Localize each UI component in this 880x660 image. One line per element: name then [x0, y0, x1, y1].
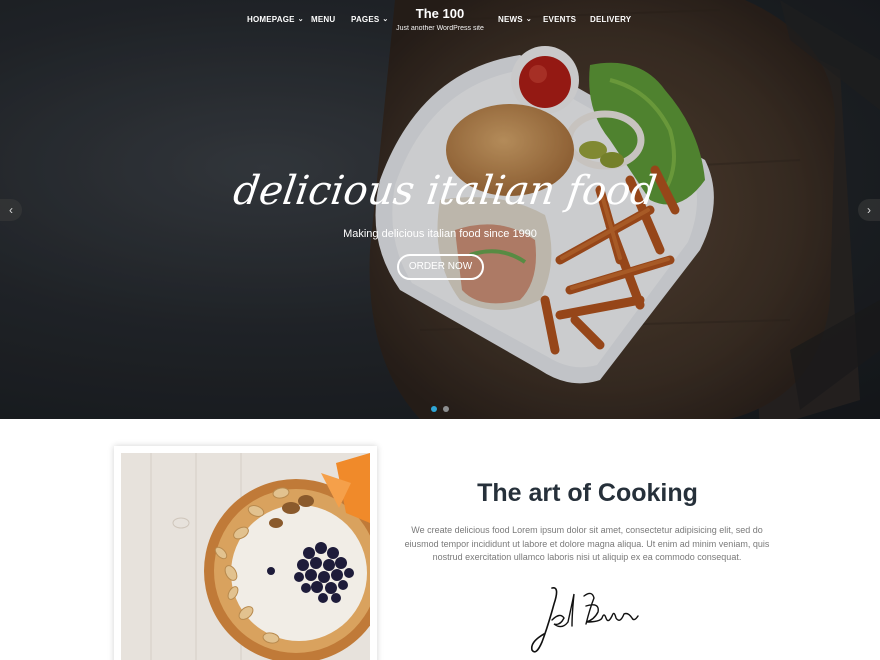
- hero-slider: HOMEPAGE ⌄ MENU PAGES ⌄ The 100 Just anoth…: [0, 0, 880, 419]
- site-tagline: Just another WordPress site: [396, 25, 484, 32]
- chevron-down-icon: ⌄: [297, 16, 304, 23]
- slider-prev-button[interactable]: ‹: [0, 199, 22, 221]
- about-title: The art of Cooking: [477, 479, 698, 507]
- site-title[interactable]: The 100: [380, 6, 500, 21]
- slider-dot-active[interactable]: [431, 406, 437, 412]
- nav-item-label: EVENTS: [543, 15, 577, 24]
- about-photo: [114, 446, 377, 660]
- nav-item-news[interactable]: NEWS ⌄: [498, 15, 532, 24]
- nav-item-events[interactable]: EVENTS: [543, 15, 576, 24]
- slider-dot[interactable]: [443, 406, 449, 412]
- signature-image: [530, 587, 639, 653]
- nav-item-label: NEWS: [498, 15, 523, 24]
- nav-item-label: PAGES: [351, 15, 380, 24]
- nav-item-label: DELIVERY: [590, 15, 632, 24]
- nav-item-menu[interactable]: MENU: [311, 15, 335, 24]
- nav-item-delivery[interactable]: DELIVERY: [590, 15, 631, 24]
- nav-item-homepage[interactable]: HOMEPAGE ⌄: [247, 15, 304, 24]
- pie-image: [121, 453, 370, 660]
- order-now-button[interactable]: ORDER NOW: [397, 254, 484, 280]
- nav-item-label: HOMEPAGE: [247, 15, 295, 24]
- nav-item-label: MENU: [311, 15, 336, 24]
- chevron-right-icon: ›: [867, 203, 871, 217]
- chevron-down-icon: ⌄: [525, 16, 532, 23]
- main-navigation: HOMEPAGE ⌄ MENU PAGES ⌄ The 100 Just anoth…: [0, 0, 880, 44]
- hero-title: delicious italian food: [230, 168, 660, 214]
- slider-pagination: [431, 406, 453, 414]
- about-text: We create delicious food Lorem ipsum dol…: [404, 525, 770, 562]
- slider-next-button[interactable]: ›: [858, 199, 880, 221]
- chevron-left-icon: ‹: [9, 203, 13, 217]
- hero-subtitle: Making delicious italian food since 1990: [343, 228, 537, 240]
- site-branding: The 100 Just another WordPress site: [380, 6, 500, 32]
